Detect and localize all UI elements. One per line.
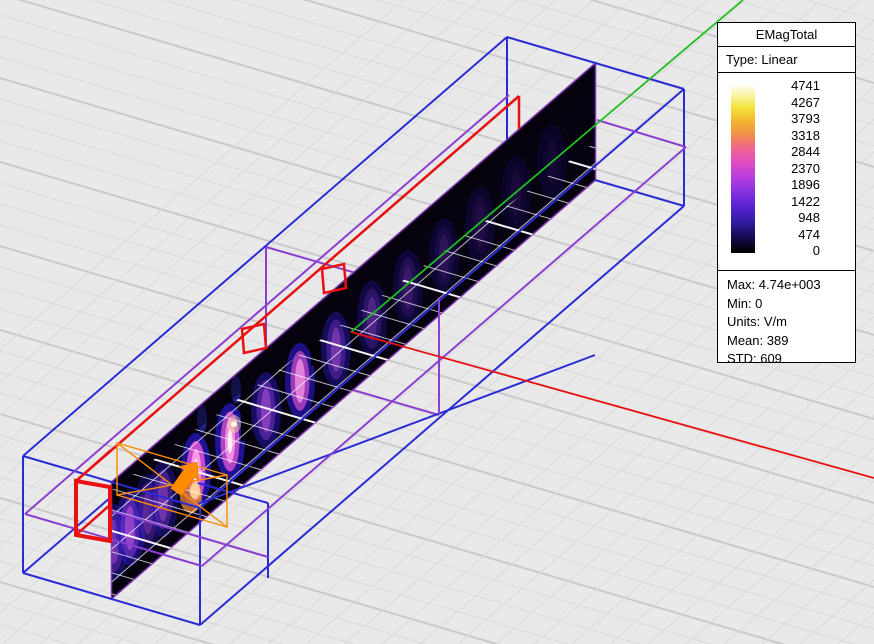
colorbar-label: 1422 [758, 194, 820, 209]
colorbar-label: 2844 [758, 144, 820, 159]
colorbar-label: 2370 [758, 161, 820, 176]
colorbar-label: 4741 [758, 78, 820, 93]
legend-statistics: Max: 4.74e+003Min: 0Units: V/mMean: 389S… [718, 271, 855, 362]
colorbar-label: 0 [758, 243, 820, 258]
colorbar-label: 3793 [758, 111, 820, 126]
stat-line: Units: V/m [727, 313, 855, 332]
legend-title: EMagTotal [718, 23, 855, 47]
legend-panel: EMagTotal Type: Linear 47414267379333182… [717, 22, 856, 363]
simulation-3d-view-window: EMagTotal Type: Linear 47414267379333182… [0, 0, 874, 644]
colorbar-label: 948 [758, 210, 820, 225]
red-feed-stub [242, 324, 266, 353]
legend-scale-type: Type: Linear [718, 47, 855, 73]
stat-line: STD: 609 [727, 350, 855, 369]
colorbar-label: 1896 [758, 177, 820, 192]
stat-line: Max: 4.74e+003 [727, 276, 855, 295]
stat-line: Mean: 389 [727, 332, 855, 351]
stat-line: Min: 0 [727, 295, 855, 314]
colorbar-label: 3318 [758, 128, 820, 143]
colorbar-label: 474 [758, 227, 820, 242]
colorbar-gradient [731, 84, 755, 253]
legend-color-scale: 4741 42673793 33182844 23701896 1422948 4740 [718, 73, 855, 271]
colorbar-label: 4267 [758, 95, 820, 110]
